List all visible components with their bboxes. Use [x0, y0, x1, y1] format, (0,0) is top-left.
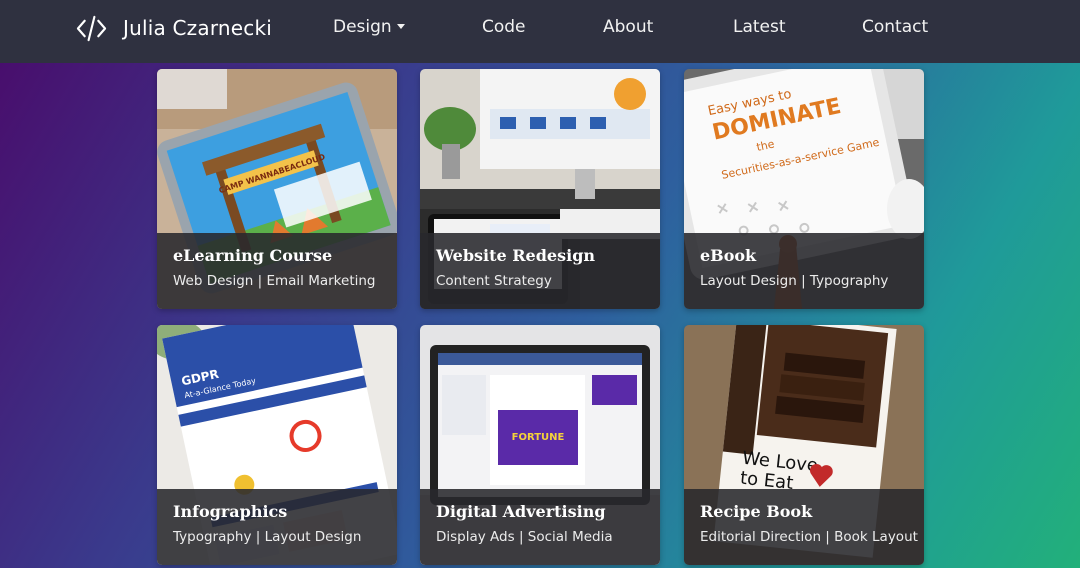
card-caption-overlay [157, 233, 397, 309]
nav-code-link[interactable]: Code [482, 17, 526, 37]
caret-down-icon [396, 24, 405, 29]
card-subtitle: Typography | Layout Design [173, 529, 362, 545]
nav-latest-link[interactable]: Latest [733, 17, 786, 37]
brand-name: Julia Czarnecki [123, 16, 273, 40]
portfolio-card-digital-advertising[interactable]: FORTUNE Digital Advertising Display Ads … [420, 325, 660, 565]
top-navbar: Julia Czarnecki Design Code About Latest… [0, 0, 1080, 63]
portfolio-card-recipe-book[interactable]: We Love to Eat Recipe Book Editorial Dir… [684, 325, 924, 565]
card-caption-overlay [420, 489, 660, 565]
portfolio-card-ebook[interactable]: Easy ways to DOMINATE the Securities-as-… [684, 69, 924, 309]
card-subtitle: Display Ads | Social Media [436, 529, 613, 545]
card-caption-overlay [157, 489, 397, 565]
card-title: Infographics [173, 502, 288, 521]
card-subtitle: Layout Design | Typography [700, 273, 889, 289]
portfolio-card-elearning[interactable]: CAMP WANNABEACLOUD eLearning Course Web … [157, 69, 397, 309]
card-subtitle: Web Design | Email Marketing [173, 273, 376, 289]
brand-link[interactable]: Julia Czarnecki [76, 12, 272, 44]
card-caption-overlay [420, 233, 660, 309]
card-title: eLearning Course [173, 246, 333, 265]
nav-about-link[interactable]: About [603, 17, 653, 37]
code-icon [76, 15, 107, 41]
nav-design-dropdown[interactable]: Design [333, 17, 405, 37]
card-title: Recipe Book [700, 502, 813, 521]
card-subtitle: Editorial Direction | Book Layout [700, 529, 918, 545]
portfolio-card-infographics[interactable]: GDPR At-a-Glance Today Infographics Typo… [157, 325, 397, 565]
portfolio-card-website-redesign[interactable]: Website Redesign Content Strategy [420, 69, 660, 309]
card-caption-overlay [684, 233, 924, 309]
card-title: eBook [700, 246, 757, 265]
card-title: Digital Advertising [436, 502, 606, 521]
nav-contact-link[interactable]: Contact [862, 17, 928, 37]
card-subtitle: Content Strategy [436, 273, 552, 289]
svg-text:FORTUNE: FORTUNE [512, 432, 565, 443]
nav-design-label: Design [333, 17, 392, 37]
card-title: Website Redesign [436, 246, 596, 265]
card-caption-overlay [684, 489, 924, 565]
